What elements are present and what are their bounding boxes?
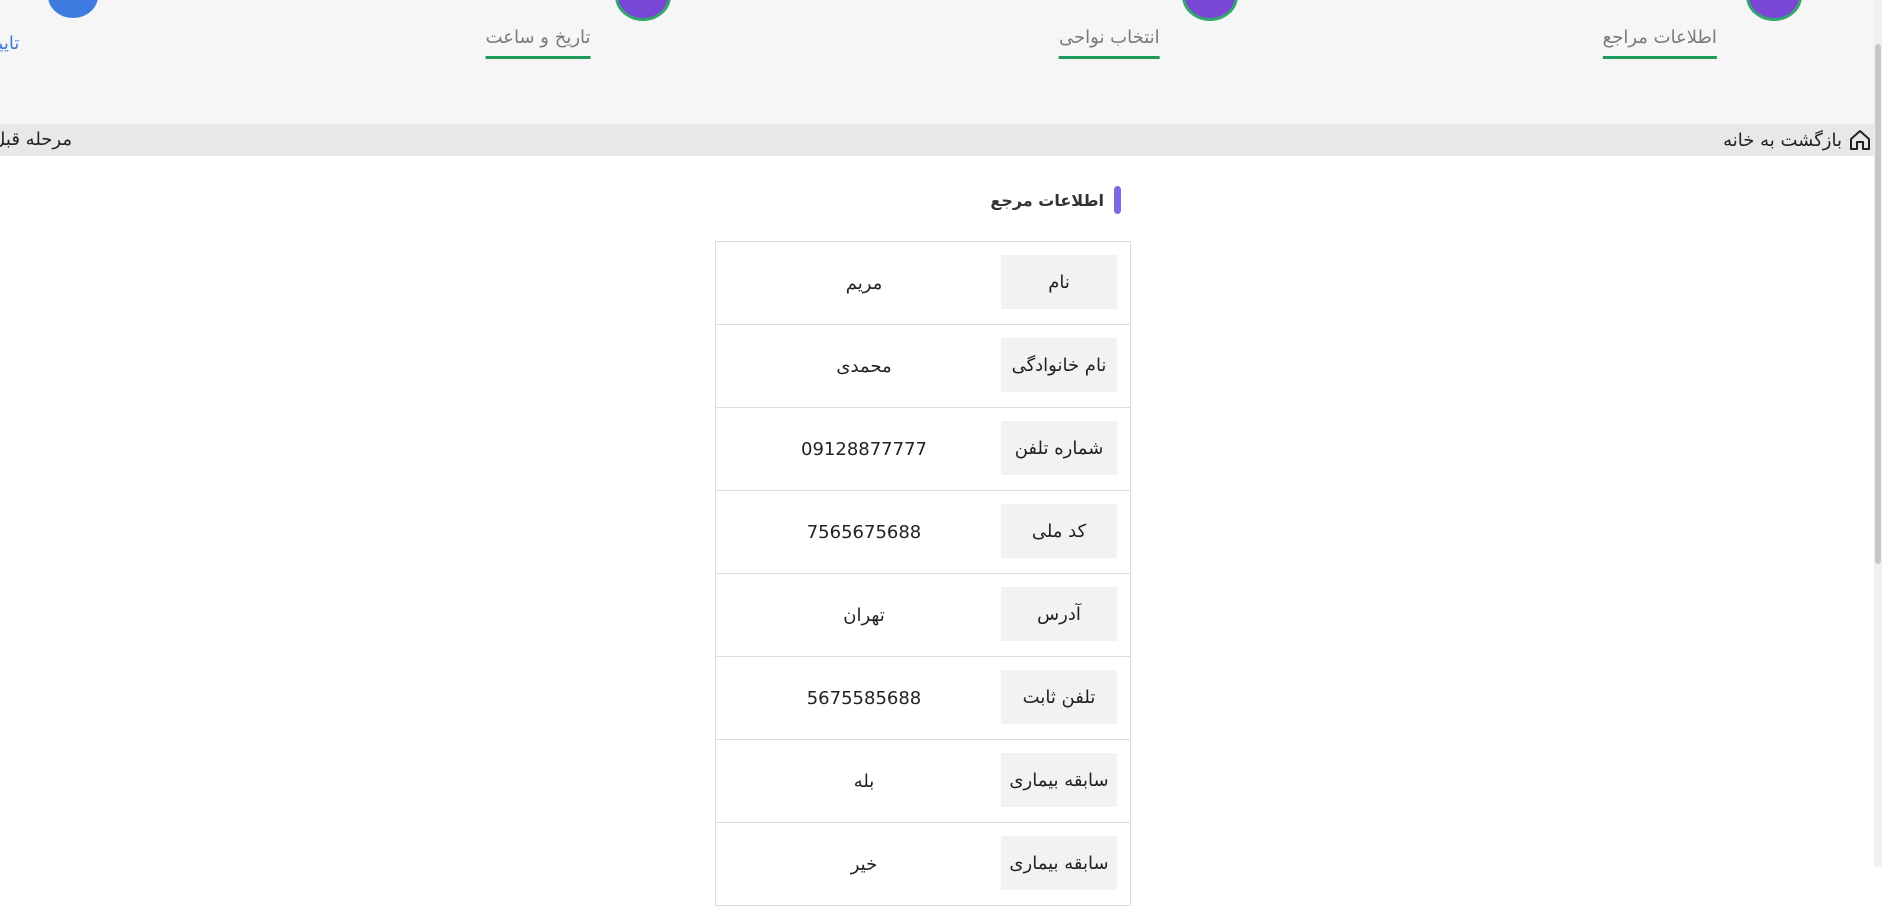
client-info-table: نام مریم نام خانوادگی محمدی شماره تلفن 0… [715, 241, 1131, 906]
row-label: کد ملی [1001, 504, 1117, 558]
table-row: سابقه بیماری خیر [716, 823, 1130, 906]
step-check-icon [1749, 0, 1799, 18]
row-label: سابقه بیماری [1001, 753, 1117, 807]
row-value: خیر [850, 853, 878, 875]
table-row: شماره تلفن 09128877777 [716, 408, 1130, 491]
row-label: نام [1001, 255, 1117, 309]
row-label: تلفن ثابت [1001, 670, 1117, 724]
section-header: اطلاعات مرجع [990, 186, 1121, 214]
step-label: تاریخ و ساعت [485, 27, 591, 59]
section-accent-bar [1114, 186, 1121, 214]
stepper: اطلاعات مراجع انتخاب نواحی تاریخ و ساعت … [0, 0, 1882, 124]
page-scrollbar[interactable] [1874, 0, 1882, 867]
row-value: 7565675688 [806, 521, 922, 543]
row-value: 09128877777 [801, 438, 927, 460]
row-value: تهران [843, 604, 885, 626]
scrollbar-thumb[interactable] [1875, 44, 1881, 564]
row-label: آدرس [1001, 587, 1117, 641]
row-label: نام خانوادگی [1001, 338, 1117, 392]
step-wallet-icon [48, 0, 98, 18]
table-row: سابقه بیماری بله [716, 740, 1130, 823]
table-row: نام مریم [716, 242, 1130, 325]
row-value: مریم [845, 272, 883, 294]
previous-step-link[interactable]: مرحله قبل [0, 127, 72, 153]
row-label: سابقه بیماری [1001, 836, 1117, 890]
row-value: بله [853, 770, 875, 792]
table-row: کد ملی 7565675688 [716, 491, 1130, 574]
back-to-home-link[interactable]: بازگشت به خانه [1723, 127, 1872, 153]
section-title: اطلاعات مرجع [990, 190, 1104, 210]
home-link-label: بازگشت به خانه [1723, 129, 1842, 151]
step-label: اطلاعات مراجع [1602, 27, 1717, 59]
table-row: تلفن ثابت 5675585688 [716, 657, 1130, 740]
row-value: محمدی [836, 355, 892, 377]
table-row: آدرس تهران [716, 574, 1130, 657]
step-label: انتخاب نواحی [1059, 27, 1160, 59]
step-label: تایید و پرداخت [0, 33, 20, 54]
step-check-icon [1185, 0, 1235, 18]
row-value: 5675585688 [806, 687, 922, 709]
home-icon [1850, 130, 1870, 150]
navigation-bar: بازگشت به خانه مرحله قبل [0, 124, 1882, 156]
row-label: شماره تلفن [1001, 421, 1117, 475]
step-check-icon [618, 0, 668, 18]
table-row: نام خانوادگی محمدی [716, 325, 1130, 408]
